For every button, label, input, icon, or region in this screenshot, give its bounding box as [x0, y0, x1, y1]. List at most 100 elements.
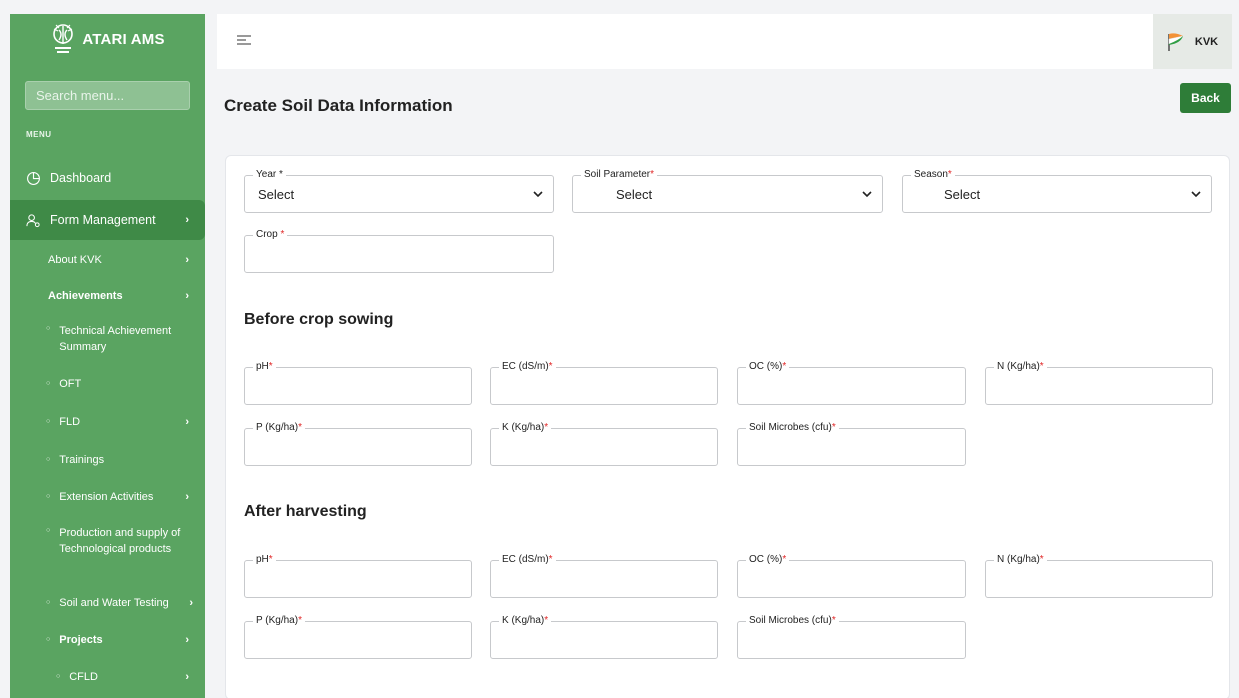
sidebar-item-fld[interactable]: ○ FLD › — [10, 412, 205, 432]
year-label: Year * — [253, 169, 286, 181]
sidebar-item-production-supply[interactable]: ○ Production and supply of Technological… — [10, 525, 205, 575]
soil-parameter-label: Soil Parameter* — [581, 169, 658, 181]
chevron-right-icon: › — [185, 634, 189, 646]
bullet-icon: ○ — [46, 417, 51, 425]
india-flag-icon — [1168, 32, 1184, 51]
sidebar-item-label: Extension Activities — [59, 491, 154, 503]
bullet-icon: ○ — [56, 672, 61, 680]
sidebar-item-trainings[interactable]: ○ Trainings — [10, 450, 205, 470]
sidebar-item-label: Form Management — [50, 213, 156, 227]
sidebar-item-label: About KVK — [48, 254, 102, 266]
sidebar-item-label: Achievements — [48, 290, 123, 302]
before-k-input[interactable]: K (Kg/ha)* — [490, 422, 718, 466]
sidebar-item-dashboard[interactable]: Dashboard — [10, 160, 205, 196]
back-button[interactable]: Back — [1180, 83, 1231, 113]
field-label: N (Kg/ha)* — [994, 554, 1047, 566]
bullet-icon: ○ — [46, 635, 51, 643]
search-menu-input[interactable]: Search menu... — [25, 81, 190, 110]
after-n-input[interactable]: N (Kg/ha)* — [985, 554, 1213, 598]
page-title: Create Soil Data Information — [224, 96, 453, 115]
sidebar-item-soil-water-testing[interactable]: ○ Soil and Water Testing › — [10, 593, 205, 613]
chevron-down-icon — [1191, 191, 1201, 198]
menu-heading: MENU — [26, 130, 52, 139]
sidebar-item-projects[interactable]: ○ Projects › — [10, 630, 205, 650]
brand[interactable]: ATARI AMS — [10, 14, 205, 64]
after-k-input[interactable]: K (Kg/ha)* — [490, 615, 718, 659]
sidebar-item-label: Trainings — [59, 454, 105, 466]
user-menu[interactable]: KVK — [1153, 14, 1232, 69]
field-label: pH* — [253, 554, 276, 566]
chevron-right-icon: › — [185, 671, 189, 683]
field-label: K (Kg/ha)* — [499, 615, 552, 627]
after-ph-input[interactable]: pH* — [244, 554, 472, 598]
sidebar-item-oft[interactable]: ○ OFT — [10, 374, 205, 394]
crop-label: Crop * — [253, 229, 288, 241]
year-value: Select — [258, 187, 295, 202]
bullet-icon: ○ — [46, 379, 51, 387]
sidebar-item-extension-activities[interactable]: ○ Extension Activities › — [10, 487, 205, 507]
before-oc-input[interactable]: OC (%)* — [737, 361, 966, 405]
chevron-down-icon — [862, 191, 872, 198]
before-ec-input[interactable]: EC (dS/m)* — [490, 361, 718, 405]
after-microbes-input[interactable]: Soil Microbes (cfu)* — [737, 615, 966, 659]
season-select[interactable]: Season* Select — [902, 169, 1212, 213]
season-value: Select — [944, 187, 981, 202]
crop-input[interactable]: Crop * — [244, 229, 554, 273]
bullet-icon: ○ — [46, 527, 51, 534]
chevron-right-icon: › — [185, 491, 189, 503]
sidebar-item-label: OFT — [59, 378, 82, 390]
field-label: K (Kg/ha)* — [499, 422, 552, 434]
field-label: OC (%)* — [746, 554, 790, 566]
season-label: Season* — [911, 169, 955, 181]
before-ph-input[interactable]: pH* — [244, 361, 472, 405]
sidebar-item-label: Dashboard — [50, 171, 112, 185]
field-label: N (Kg/ha)* — [994, 361, 1047, 373]
user-label: KVK — [1194, 35, 1219, 48]
field-label: OC (%)* — [746, 361, 790, 373]
field-label: EC (dS/m)* — [499, 361, 556, 373]
sidebar: ATARI AMS Search menu... MENU Dashboard … — [10, 14, 205, 698]
before-p-input[interactable]: P (Kg/ha)* — [244, 422, 472, 466]
top-bar: KVK — [217, 14, 1232, 69]
after-ec-input[interactable]: EC (dS/m)* — [490, 554, 718, 598]
chevron-right-icon: › — [185, 416, 189, 428]
chevron-right-icon: › — [189, 597, 193, 609]
bullet-icon: ○ — [46, 492, 51, 500]
after-oc-input[interactable]: OC (%)* — [737, 554, 966, 598]
sidebar-item-label: Projects — [59, 634, 103, 646]
sidebar-item-label: Production and supply of Technological p… — [59, 527, 181, 555]
field-label: Soil Microbes (cfu)* — [746, 422, 839, 434]
after-harvesting-title: After harvesting — [244, 503, 367, 520]
chevron-down-icon — [533, 191, 543, 198]
pie-chart-icon — [27, 171, 40, 185]
bullet-icon: ○ — [46, 325, 51, 332]
chevron-right-icon: › — [185, 214, 189, 226]
soil-data-form: Year * Select Soil Parameter* Select Sea… — [225, 155, 1230, 698]
field-label: P (Kg/ha)* — [253, 422, 305, 434]
field-label: pH* — [253, 361, 276, 373]
year-select[interactable]: Year * Select — [244, 169, 554, 213]
chevron-right-icon: › — [185, 290, 189, 302]
soil-parameter-select[interactable]: Soil Parameter* Select — [572, 169, 883, 213]
sidebar-item-achievements[interactable]: Achievements › — [10, 286, 205, 306]
sidebar-item-form-management[interactable]: Form Management › — [10, 200, 205, 240]
chevron-right-icon: › — [185, 254, 189, 266]
before-sowing-title: Before crop sowing — [244, 311, 394, 328]
before-n-input[interactable]: N (Kg/ha)* — [985, 361, 1213, 405]
bullet-icon: ○ — [46, 598, 51, 606]
icar-logo-icon — [53, 24, 74, 53]
sidebar-item-label: Technical Achievement Summary — [59, 325, 172, 353]
sidebar-item-cfld[interactable]: ○ CFLD › — [10, 667, 205, 687]
sidebar-item-label: Soil and Water Testing — [59, 597, 169, 609]
brand-title: ATARI AMS — [82, 30, 165, 48]
users-gear-icon — [26, 213, 40, 227]
sidebar-item-about-kvk[interactable]: About KVK › — [10, 250, 205, 270]
soil-parameter-value: Select — [616, 187, 653, 202]
before-microbes-input[interactable]: Soil Microbes (cfu)* — [737, 422, 966, 466]
hamburger-menu-icon[interactable] — [237, 34, 251, 46]
after-p-input[interactable]: P (Kg/ha)* — [244, 615, 472, 659]
sidebar-item-label: FLD — [59, 416, 81, 428]
field-label: Soil Microbes (cfu)* — [746, 615, 839, 627]
sidebar-item-technical-achievement-summary[interactable]: ○ Technical Achievement Summary — [10, 323, 205, 357]
sidebar-item-label: CFLD — [69, 671, 98, 683]
